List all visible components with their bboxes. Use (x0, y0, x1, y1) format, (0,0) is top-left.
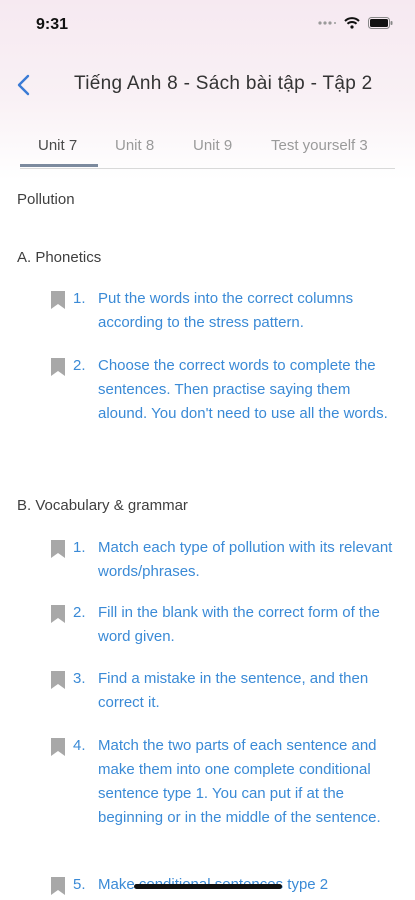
tab-unit-9[interactable]: Unit 9 (193, 137, 232, 154)
wifi-icon (344, 17, 360, 29)
status-time: 9:31 (36, 16, 69, 33)
exercise-number: 2. (73, 604, 86, 621)
exercise-item[interactable]: 2. Fill in the blank with the correct fo… (48, 601, 398, 651)
status-icons (318, 17, 393, 29)
exercise-link[interactable]: Match the two parts of each sentence and… (98, 734, 396, 830)
exercise-item[interactable]: 4. Match the two parts of each sentence … (48, 734, 398, 856)
exercise-link[interactable]: Put the words into the correct columns a… (98, 287, 396, 335)
bookmark-icon[interactable] (50, 605, 66, 623)
exercise-link[interactable]: Fill in the blank with the correct form … (98, 601, 396, 649)
section-heading-phonetics: A. Phonetics (17, 249, 102, 266)
bookmark-icon[interactable] (50, 358, 66, 376)
navigation-bar: Tiếng Anh 8 - Sách bài tập - Tập 2 (0, 60, 415, 110)
exercise-number: 2. (73, 357, 86, 374)
battery-icon (368, 17, 393, 29)
exercise-link[interactable]: Find a mistake in the sentence, and then… (98, 667, 396, 715)
back-button[interactable] (12, 70, 40, 100)
active-tab-indicator (20, 164, 98, 167)
exercise-item[interactable]: 2. Choose the correct words to complete … (48, 354, 398, 452)
exercise-item[interactable]: 1. Put the words into the correct column… (48, 287, 398, 337)
tab-unit-8[interactable]: Unit 8 (115, 137, 154, 154)
exercise-link[interactable]: Choose the correct words to complete the… (98, 354, 396, 426)
exercise-link[interactable]: Match each type of pollution with its re… (98, 536, 396, 584)
section-heading-vocabulary-grammar: B. Vocabulary & grammar (17, 497, 188, 514)
unit-tabs: Unit 7 Unit 8 Unit 9 Test yourself 3 (20, 128, 395, 169)
exercise-item[interactable]: 1. Match each type of pollution with its… (48, 536, 398, 586)
exercise-number: 1. (73, 290, 86, 307)
tab-test-yourself-3[interactable]: Test yourself 3 (271, 137, 368, 154)
bookmark-icon[interactable] (50, 738, 66, 756)
bookmark-icon[interactable] (50, 671, 66, 689)
exercise-number: 4. (73, 737, 86, 754)
chevron-left-icon (17, 74, 30, 96)
bookmark-icon[interactable] (50, 877, 66, 895)
exercise-item[interactable]: 3. Find a mistake in the sentence, and t… (48, 667, 398, 717)
home-indicator[interactable] (134, 884, 282, 889)
bookmark-icon[interactable] (50, 540, 66, 558)
exercise-number: 1. (73, 539, 86, 556)
unit-title: Pollution (17, 191, 75, 208)
tab-unit-7[interactable]: Unit 7 (38, 137, 77, 154)
status-bar: 9:31 (0, 0, 415, 50)
signal-icon (318, 21, 336, 25)
page-title: Tiếng Anh 8 - Sách bài tập - Tập 2 (74, 73, 373, 94)
exercise-number: 5. (73, 876, 86, 893)
exercise-number: 3. (73, 670, 86, 687)
bookmark-icon[interactable] (50, 291, 66, 309)
